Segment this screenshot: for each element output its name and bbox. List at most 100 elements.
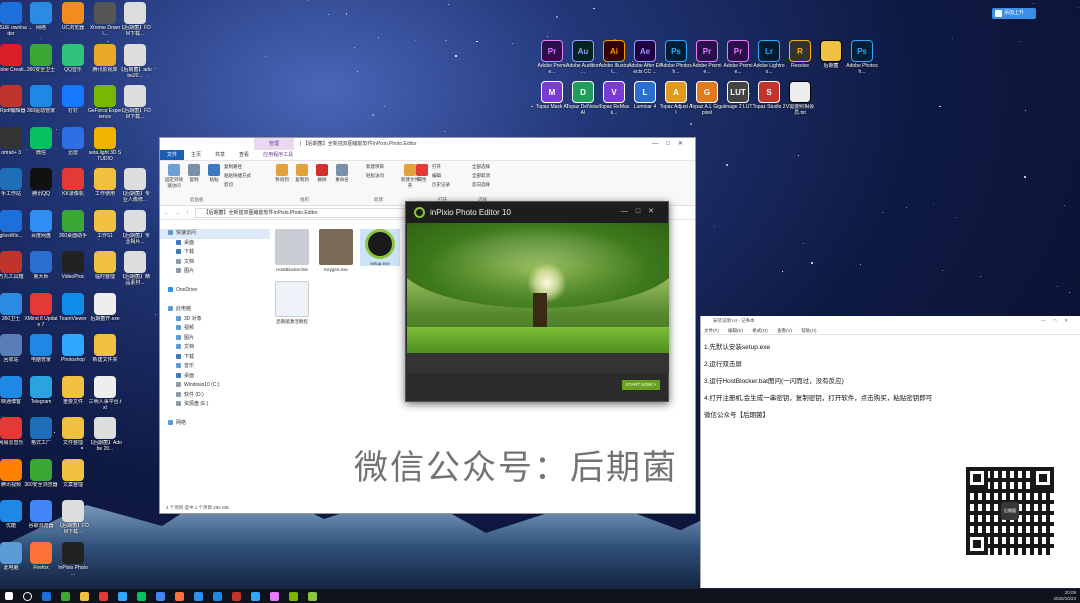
- desktop-icon[interactable]: V Topaz ReMask...: [597, 81, 631, 116]
- desktop-icon[interactable]: 三明人事平台.txt: [88, 375, 122, 411]
- taskbar-app-icon[interactable]: [232, 591, 241, 601]
- desktop-icon[interactable]: KK录像机: [56, 168, 90, 203]
- start-button-icon[interactable]: [5, 592, 13, 600]
- taskbar-app-icon[interactable]: [137, 591, 146, 601]
- nav-item[interactable]: 桌面: [160, 239, 270, 249]
- nav-item[interactable]: 快速访问: [160, 229, 270, 239]
- desktop-icon[interactable]: 【后期菌】FDM下载...: [118, 85, 152, 120]
- ribbon-button[interactable]: 粘贴快捷方式: [224, 173, 251, 179]
- desktop-icon[interactable]: [118, 293, 152, 328]
- file-item[interactable]: Keygen.exe: [316, 229, 356, 272]
- menu-view[interactable]: 查看(V): [777, 328, 792, 333]
- desktop-icon[interactable]: 电脑管家: [24, 334, 58, 369]
- window-controls[interactable]: —□✕: [652, 138, 691, 150]
- desktop-icon[interactable]: V需要照相会员.txt: [783, 81, 817, 116]
- top-right-button[interactable]: 添加上升: [992, 8, 1036, 19]
- desktop-icon[interactable]: Pr Adobe Premie...: [721, 40, 755, 75]
- desktop-icon[interactable]: 【后期菌】Adobe 20...: [88, 417, 122, 452]
- desktop-icon[interactable]: G Topaz A.I. Gigapixel: [690, 81, 724, 116]
- ribbon-button[interactable]: 复制到: [292, 164, 312, 183]
- desktop-icon[interactable]: S Topaz Studio 2: [752, 81, 786, 116]
- nav-item[interactable]: 3D 对象: [160, 315, 270, 325]
- desktop-icon[interactable]: R Resolve: [783, 40, 817, 75]
- desktop-icon[interactable]: [118, 376, 152, 411]
- ribbon-button[interactable]: 历史记录: [432, 182, 450, 188]
- ribbon-button[interactable]: 打开: [432, 164, 441, 170]
- desktop-icon[interactable]: [88, 459, 122, 494]
- ribbon-button[interactable]: 属性: [412, 164, 432, 183]
- desktop-icon[interactable]: VideoProc: [56, 251, 90, 286]
- file-item[interactable]: setup.exe: [360, 229, 400, 266]
- nav-item[interactable]: Windows10 (C:): [160, 381, 270, 391]
- desktop-icon[interactable]: [118, 334, 152, 369]
- taskbar-app-icon[interactable]: [213, 591, 222, 601]
- nav-item[interactable]: 下载: [160, 248, 270, 258]
- desktop-icon[interactable]: D Topaz DeNoise AI: [566, 81, 600, 116]
- desktop-icon[interactable]: 后期菌开.exe: [88, 292, 122, 328]
- desktop-icon[interactable]: XMind 8 Update 7: [24, 292, 58, 328]
- ribbon-button[interactable]: 复制: [184, 164, 204, 183]
- ribbon-button[interactable]: 全部选择: [472, 164, 490, 170]
- inpixio-installer-window[interactable]: inPixio Photo Editor 10 —□✕ START NOW >: [405, 201, 669, 402]
- nav-item[interactable]: 下载: [160, 353, 270, 363]
- menu-file[interactable]: 文件(F): [704, 328, 719, 333]
- tab-view[interactable]: 查看: [232, 150, 256, 160]
- desktop-icon[interactable]: 腾讯QQ: [24, 168, 58, 203]
- taskbar-app-icon[interactable]: [61, 591, 70, 601]
- start-now-button[interactable]: START NOW >: [622, 380, 660, 390]
- taskbar-app-icon[interactable]: [194, 591, 203, 601]
- taskbar-app-icon[interactable]: [80, 591, 89, 601]
- notepad-text-area[interactable]: 1.先默认安装setup.exe 2.运行双击屏 3.运行HostBlocker…: [701, 335, 1080, 424]
- taskbar-app-icon[interactable]: [270, 591, 279, 601]
- desktop-icon[interactable]: 微信: [24, 126, 58, 162]
- nav-item[interactable]: 文档: [160, 343, 270, 353]
- desktop-icon[interactable]: Photoshop: [56, 334, 90, 369]
- desktop-icon[interactable]: 后期菌: [814, 40, 848, 75]
- nav-item[interactable]: OneDrive: [160, 286, 270, 296]
- desktop-icon[interactable]: 工作S1: [88, 209, 122, 245]
- ribbon-button[interactable]: 新建项目: [366, 164, 384, 170]
- desktop-icon[interactable]: 腾讯影视库: [88, 43, 122, 79]
- desktop-icon[interactable]: [118, 417, 152, 452]
- desktop-icon[interactable]: 新建文件夹: [88, 334, 122, 369]
- back-arrow-icon[interactable]: ←: [164, 210, 169, 216]
- desktop-icon[interactable]: 格式工厂: [24, 417, 58, 452]
- nav-item[interactable]: 音乐: [160, 362, 270, 372]
- nav-item[interactable]: 图片: [160, 267, 270, 277]
- nav-item[interactable]: 此电脑: [160, 305, 270, 315]
- desktop-icon[interactable]: LUT Image 2 LUT: [721, 81, 755, 116]
- desktop-icon[interactable]: 360安全卫士: [24, 43, 58, 79]
- taskbar-app-icon[interactable]: [42, 591, 51, 601]
- taskbar-app-icon[interactable]: [23, 591, 32, 601]
- desktop-icon[interactable]: [118, 459, 152, 494]
- tab-app-tools[interactable]: 应用程序工具: [256, 150, 300, 160]
- ribbon-button[interactable]: 固定到快速访问: [164, 164, 184, 189]
- notepad-window-controls[interactable]: —□✕: [1041, 316, 1076, 326]
- desktop-icon[interactable]: 文案整理: [56, 458, 90, 494]
- address-bar[interactable]: 【后期菌】全新插双图编能软件InPixio.Photo.Editor: [194, 207, 435, 218]
- installer-window-controls[interactable]: —□✕: [621, 207, 662, 215]
- nav-item[interactable]: 资源盘 (E:): [160, 400, 270, 410]
- tab-share[interactable]: 共享: [208, 150, 232, 160]
- ribbon-button[interactable]: 重命名: [332, 164, 352, 183]
- taskbar-app-icon[interactable]: [175, 591, 184, 601]
- desktop-icon[interactable]: 360桌面助手: [56, 209, 90, 245]
- desktop-icon[interactable]: 鲁大师: [24, 251, 58, 286]
- desktop-icon[interactable]: 钉钉: [56, 85, 90, 120]
- taskbar-app-icon[interactable]: [251, 591, 260, 601]
- desktop-icon[interactable]: GeForce Experience: [88, 85, 122, 120]
- up-arrow-icon[interactable]: ↑: [186, 210, 189, 216]
- taskbar-app-icon[interactable]: [118, 591, 127, 601]
- taskbar-app-icon[interactable]: [99, 591, 108, 601]
- ribbon-button[interactable]: 复制路径: [224, 164, 242, 170]
- desktop-icon[interactable]: Au Adobe Audition ...: [566, 40, 600, 75]
- desktop-icon[interactable]: [118, 127, 152, 162]
- ribbon-button[interactable]: 反向选择: [472, 182, 490, 188]
- desktop-icon[interactable]: TeamViewer: [56, 292, 90, 328]
- desktop-icon[interactable]: 迅雷: [56, 126, 90, 162]
- desktop-icon[interactable]: 360安全浏览器: [24, 458, 58, 494]
- file-item[interactable]: 后期菌激活教程: [272, 281, 312, 325]
- tool-tab-manage[interactable]: 管理: [254, 138, 294, 150]
- desktop-icon[interactable]: 网络: [24, 2, 58, 37]
- desktop-icon[interactable]: 360驱动管家: [24, 85, 58, 120]
